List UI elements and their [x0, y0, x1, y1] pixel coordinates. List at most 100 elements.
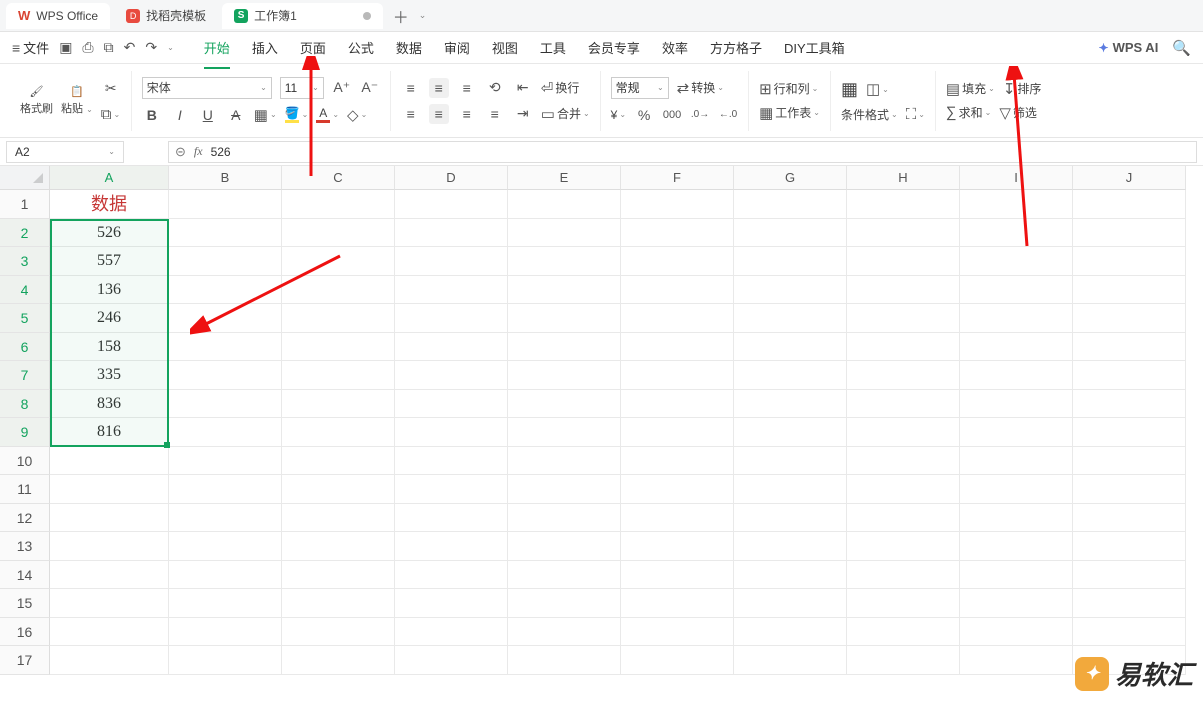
- cell[interactable]: [169, 447, 282, 476]
- cell[interactable]: [734, 561, 847, 590]
- file-menu[interactable]: ≡文件: [12, 38, 49, 57]
- wps-ai[interactable]: ✦WPS AI: [1099, 40, 1159, 55]
- cell[interactable]: [960, 304, 1073, 333]
- row-header[interactable]: 4: [0, 276, 50, 305]
- cell[interactable]: [960, 561, 1073, 590]
- cell[interactable]: [1073, 247, 1186, 276]
- row-header[interactable]: 10: [0, 447, 50, 476]
- cell[interactable]: [960, 219, 1073, 248]
- cell[interactable]: [395, 447, 508, 476]
- strikethrough-button[interactable]: A: [226, 105, 246, 125]
- indent-inc-icon[interactable]: ⇥: [513, 104, 533, 124]
- cell[interactable]: [169, 532, 282, 561]
- new-tab-button[interactable]: ＋: [387, 4, 415, 28]
- cell[interactable]: [960, 390, 1073, 419]
- cell[interactable]: [508, 618, 621, 647]
- comma-style-button[interactable]: 000: [662, 105, 682, 125]
- cell[interactable]: 158: [50, 333, 169, 362]
- cell[interactable]: [508, 532, 621, 561]
- increase-decimal-icon[interactable]: .0→: [690, 105, 710, 125]
- cell[interactable]: [169, 561, 282, 590]
- cell[interactable]: [282, 646, 395, 675]
- currency-button[interactable]: ¥⌄: [611, 108, 626, 122]
- cell[interactable]: [734, 276, 847, 305]
- cell[interactable]: [734, 646, 847, 675]
- cell[interactable]: [282, 390, 395, 419]
- cell[interactable]: [621, 247, 734, 276]
- tab-app[interactable]: W WPS Office: [6, 3, 110, 29]
- cut-icon[interactable]: ✂: [101, 78, 121, 98]
- menu-view[interactable]: 视图: [482, 34, 528, 61]
- fill-color-button[interactable]: 🪣⌄: [285, 106, 309, 123]
- cell[interactable]: [1073, 618, 1186, 647]
- cell[interactable]: [1073, 532, 1186, 561]
- col-header-j[interactable]: J: [1073, 166, 1186, 190]
- cell[interactable]: [960, 447, 1073, 476]
- number-format-select[interactable]: 常规⌄: [611, 77, 669, 99]
- menu-member[interactable]: 会员专享: [578, 34, 650, 61]
- paste-button[interactable]: 📋粘贴 ⌄: [61, 85, 93, 116]
- cell[interactable]: [282, 561, 395, 590]
- formula-bar[interactable]: ⊝ fx 526: [168, 141, 1197, 163]
- cell[interactable]: [50, 561, 169, 590]
- cell[interactable]: [169, 276, 282, 305]
- cell[interactable]: [169, 247, 282, 276]
- cell[interactable]: 246: [50, 304, 169, 333]
- cell[interactable]: [960, 589, 1073, 618]
- cell[interactable]: [395, 561, 508, 590]
- font-color-button[interactable]: A⌄: [316, 106, 339, 123]
- tab-workbook[interactable]: S 工作簿1: [222, 3, 383, 29]
- table-style-button[interactable]: ▦: [841, 79, 858, 100]
- cell[interactable]: [1073, 276, 1186, 305]
- cell[interactable]: [282, 304, 395, 333]
- cell[interactable]: [734, 532, 847, 561]
- format-painter-button[interactable]: 🖌格式刷: [20, 85, 53, 116]
- percent-button[interactable]: %: [634, 105, 654, 125]
- cell[interactable]: [169, 475, 282, 504]
- cell[interactable]: [169, 390, 282, 419]
- cell[interactable]: [169, 219, 282, 248]
- row-header[interactable]: 3: [0, 247, 50, 276]
- cell[interactable]: [621, 361, 734, 390]
- menu-review[interactable]: 审阅: [434, 34, 480, 61]
- cell[interactable]: [50, 504, 169, 533]
- justify-icon[interactable]: ≡: [485, 104, 505, 124]
- cell[interactable]: [50, 646, 169, 675]
- cell[interactable]: [282, 219, 395, 248]
- cell[interactable]: [621, 304, 734, 333]
- row-header[interactable]: 11: [0, 475, 50, 504]
- cell[interactable]: 816: [50, 418, 169, 447]
- redo-icon[interactable]: ↷: [145, 39, 157, 56]
- menu-formula[interactable]: 公式: [338, 34, 384, 61]
- cell[interactable]: 136: [50, 276, 169, 305]
- cell[interactable]: [734, 247, 847, 276]
- cell[interactable]: [621, 219, 734, 248]
- cell[interactable]: [508, 418, 621, 447]
- cell[interactable]: [960, 475, 1073, 504]
- row-header[interactable]: 8: [0, 390, 50, 419]
- cell[interactable]: [282, 247, 395, 276]
- cell[interactable]: [621, 418, 734, 447]
- cell[interactable]: [508, 589, 621, 618]
- menu-data[interactable]: 数据: [386, 34, 432, 61]
- cell[interactable]: [508, 646, 621, 675]
- cell[interactable]: [847, 618, 960, 647]
- cell[interactable]: [734, 390, 847, 419]
- cell[interactable]: [734, 504, 847, 533]
- cell[interactable]: [621, 532, 734, 561]
- cell[interactable]: [847, 276, 960, 305]
- name-box[interactable]: A2⌄: [6, 141, 124, 163]
- cell[interactable]: [621, 504, 734, 533]
- align-bottom-icon[interactable]: ≡: [457, 78, 477, 98]
- cell[interactable]: [847, 304, 960, 333]
- cell[interactable]: [621, 390, 734, 419]
- cell[interactable]: [395, 276, 508, 305]
- col-header-c[interactable]: C: [282, 166, 395, 190]
- row-header[interactable]: 15: [0, 589, 50, 618]
- cell[interactable]: [282, 504, 395, 533]
- orientation-icon[interactable]: ⟲: [485, 78, 505, 98]
- cell[interactable]: [621, 475, 734, 504]
- cell[interactable]: [734, 304, 847, 333]
- menu-insert[interactable]: 插入: [242, 34, 288, 61]
- cell[interactable]: [169, 646, 282, 675]
